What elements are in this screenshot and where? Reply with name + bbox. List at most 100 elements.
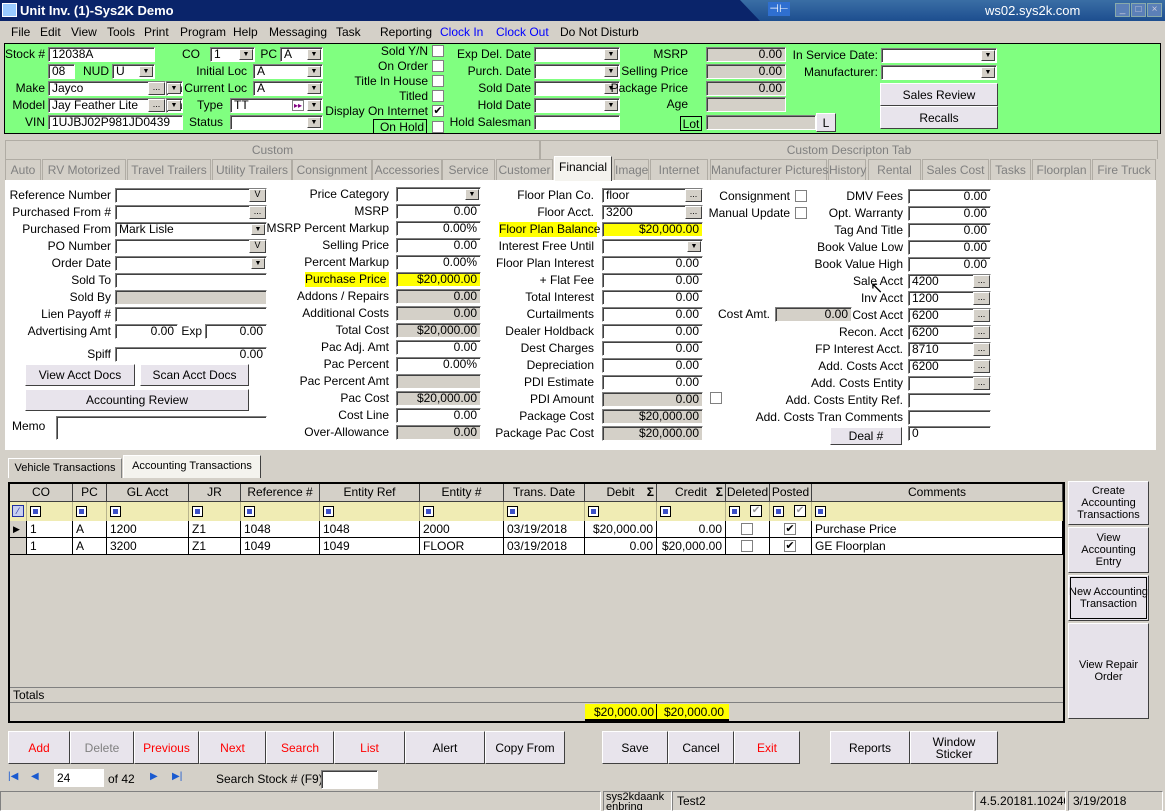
filter-cell[interactable] xyxy=(657,502,726,521)
menu-edit[interactable]: Edit xyxy=(40,25,61,39)
cell-debit[interactable]: $20,000.00 xyxy=(585,521,657,538)
deleted-checkbox[interactable] xyxy=(741,523,753,535)
filter-operator-icon[interactable] xyxy=(773,506,784,517)
previous-record-icon[interactable]: ◀ xyxy=(31,771,39,782)
tab-sales-cost[interactable]: Sales Cost xyxy=(922,159,989,180)
cell-deleted[interactable] xyxy=(726,521,770,538)
sold-to-field[interactable] xyxy=(115,273,267,288)
record-position-input[interactable]: 24 xyxy=(54,769,104,787)
ellipsis-button[interactable]: ... xyxy=(973,292,990,305)
filter-operator-icon[interactable] xyxy=(507,506,518,517)
dmv-fees-field[interactable]: 0.00 xyxy=(908,189,991,204)
ellipsis-button[interactable]: ... xyxy=(973,360,990,373)
filter-operator-icon[interactable] xyxy=(588,506,599,517)
tab-service[interactable]: Service xyxy=(442,159,495,180)
column-header-comments[interactable]: Comments xyxy=(812,484,1063,502)
filter-operator-icon[interactable] xyxy=(423,506,434,517)
menu-task[interactable]: Task xyxy=(336,25,361,39)
filter-cell[interactable] xyxy=(107,502,189,521)
side-button-create-accounting-transactions[interactable]: Create Accounting Transactions xyxy=(1068,481,1149,525)
filter-operator-icon[interactable] xyxy=(110,506,121,517)
manufacturer-field[interactable]: ▼ xyxy=(881,65,997,80)
filter-operator-icon[interactable] xyxy=(30,506,41,517)
in-service-date-field[interactable]: ▼ xyxy=(881,48,997,63)
filter-cell[interactable] xyxy=(504,502,585,521)
msrp-percent-markup-field[interactable]: 0.00% xyxy=(396,221,481,236)
filter-checkbox[interactable]: ✔ xyxy=(794,505,806,517)
recon-acct-field[interactable]: 6200... xyxy=(908,325,991,340)
cell-comments[interactable]: GE Floorplan xyxy=(812,538,1063,555)
ellipsis-button[interactable]: ... xyxy=(973,309,990,322)
column-header-entity-[interactable]: Entity # xyxy=(420,484,504,502)
save-button[interactable]: Save xyxy=(602,731,668,764)
filter-cell[interactable]: ✔ xyxy=(770,502,812,521)
tab-rv-motorized[interactable]: RV Motorized xyxy=(42,159,126,180)
column-header-jr[interactable]: JR xyxy=(189,484,241,502)
cell-credit[interactable]: $20,000.00 xyxy=(657,538,726,555)
column-header-credit[interactable]: Credit Σ xyxy=(657,484,726,502)
sale-acct-field[interactable]: 4200... xyxy=(908,274,991,289)
cell-co[interactable]: 1 xyxy=(27,521,73,538)
filter-operator-icon[interactable] xyxy=(323,506,334,517)
cell-reference[interactable]: 1049 xyxy=(241,538,320,555)
cell-pc[interactable]: A xyxy=(73,521,107,538)
filter-operator-icon[interactable] xyxy=(815,506,826,517)
add-costs-entity-ref-field[interactable] xyxy=(908,393,991,408)
cancel-button[interactable]: Cancel xyxy=(668,731,734,764)
filter-cell[interactable] xyxy=(189,502,241,521)
side-button-new-accounting-transaction[interactable]: New Accounting Transaction xyxy=(1068,575,1149,621)
tab-accessories[interactable]: Accessories xyxy=(372,159,442,180)
chevron-down-icon[interactable]: ▼ xyxy=(981,50,995,61)
cell-trans-date[interactable]: 03/19/2018 xyxy=(504,521,585,538)
cell-entity-num[interactable]: 2000 xyxy=(420,521,504,538)
menu-print[interactable]: Print xyxy=(144,25,169,39)
copy-from-button[interactable]: Copy From xyxy=(485,731,565,764)
lot-button[interactable]: L xyxy=(816,113,836,132)
filter-cell[interactable] xyxy=(812,502,1063,521)
tab-floorplan[interactable]: Floorplan xyxy=(1032,159,1091,180)
menu-do-not-disturb[interactable]: Do Not Disturb xyxy=(560,25,639,39)
cell-credit[interactable]: 0.00 xyxy=(657,521,726,538)
book-value-high-field[interactable]: 0.00 xyxy=(908,257,991,272)
menu-view[interactable]: View xyxy=(71,25,97,39)
tab-consignment[interactable]: Consignment xyxy=(292,159,372,180)
deal-number-button[interactable]: Deal # xyxy=(830,427,902,445)
ellipsis-button[interactable]: ... xyxy=(973,343,990,356)
minimize-icon[interactable]: _ xyxy=(1115,3,1130,17)
maximize-icon[interactable]: □ xyxy=(1131,3,1146,17)
filter-toggle[interactable]: ⁄ xyxy=(10,502,27,521)
filter-operator-icon[interactable] xyxy=(660,506,671,517)
column-header-posted[interactable]: Posted xyxy=(770,484,812,502)
menu-clock-out[interactable]: Clock Out xyxy=(496,25,549,39)
ellipsis-button[interactable]: ... xyxy=(973,275,990,288)
search-button[interactable]: Search xyxy=(266,731,334,764)
column-header-trans-date[interactable]: Trans. Date xyxy=(504,484,585,502)
search-stock-input[interactable] xyxy=(321,770,378,789)
cost-acct-field[interactable]: 6200... xyxy=(908,308,991,323)
column-header-deleted[interactable]: Deleted xyxy=(726,484,770,502)
reports-button[interactable]: Reports xyxy=(830,731,910,764)
tag-and-title-field[interactable]: 0.00 xyxy=(908,223,991,238)
pin-icon[interactable]: ⊣⊢ xyxy=(768,2,790,16)
chevron-down-icon[interactable]: ▼ xyxy=(981,67,995,78)
cell-gl-acct[interactable]: 3200 xyxy=(107,538,189,555)
menu-help[interactable]: Help xyxy=(233,25,258,39)
cell-reference[interactable]: 1048 xyxy=(241,521,320,538)
alert-button[interactable]: Alert xyxy=(405,731,485,764)
filter-cell[interactable] xyxy=(320,502,420,521)
cell-gl-acct[interactable]: 1200 xyxy=(107,521,189,538)
cell-trans-date[interactable]: 03/19/2018 xyxy=(504,538,585,555)
first-record-icon[interactable]: |◀ xyxy=(8,771,18,782)
last-record-icon[interactable]: ▶| xyxy=(172,771,182,782)
column-header-reference-[interactable]: Reference # xyxy=(241,484,320,502)
add-costs-tran-comments-field[interactable] xyxy=(908,410,991,425)
next-button[interactable]: Next xyxy=(199,731,266,764)
menu-messaging[interactable]: Messaging xyxy=(269,25,327,39)
cell-comments[interactable]: Purchase Price xyxy=(812,521,1063,538)
book-value-low-field[interactable]: 0.00 xyxy=(908,240,991,255)
cell-posted[interactable]: ✔ xyxy=(770,521,812,538)
inv-acct-field[interactable]: 1200... xyxy=(908,291,991,306)
cell-jr[interactable]: Z1 xyxy=(189,538,241,555)
cell-debit[interactable]: 0.00 xyxy=(585,538,657,555)
fp-interest-acct-field[interactable]: 8710... xyxy=(908,342,991,357)
